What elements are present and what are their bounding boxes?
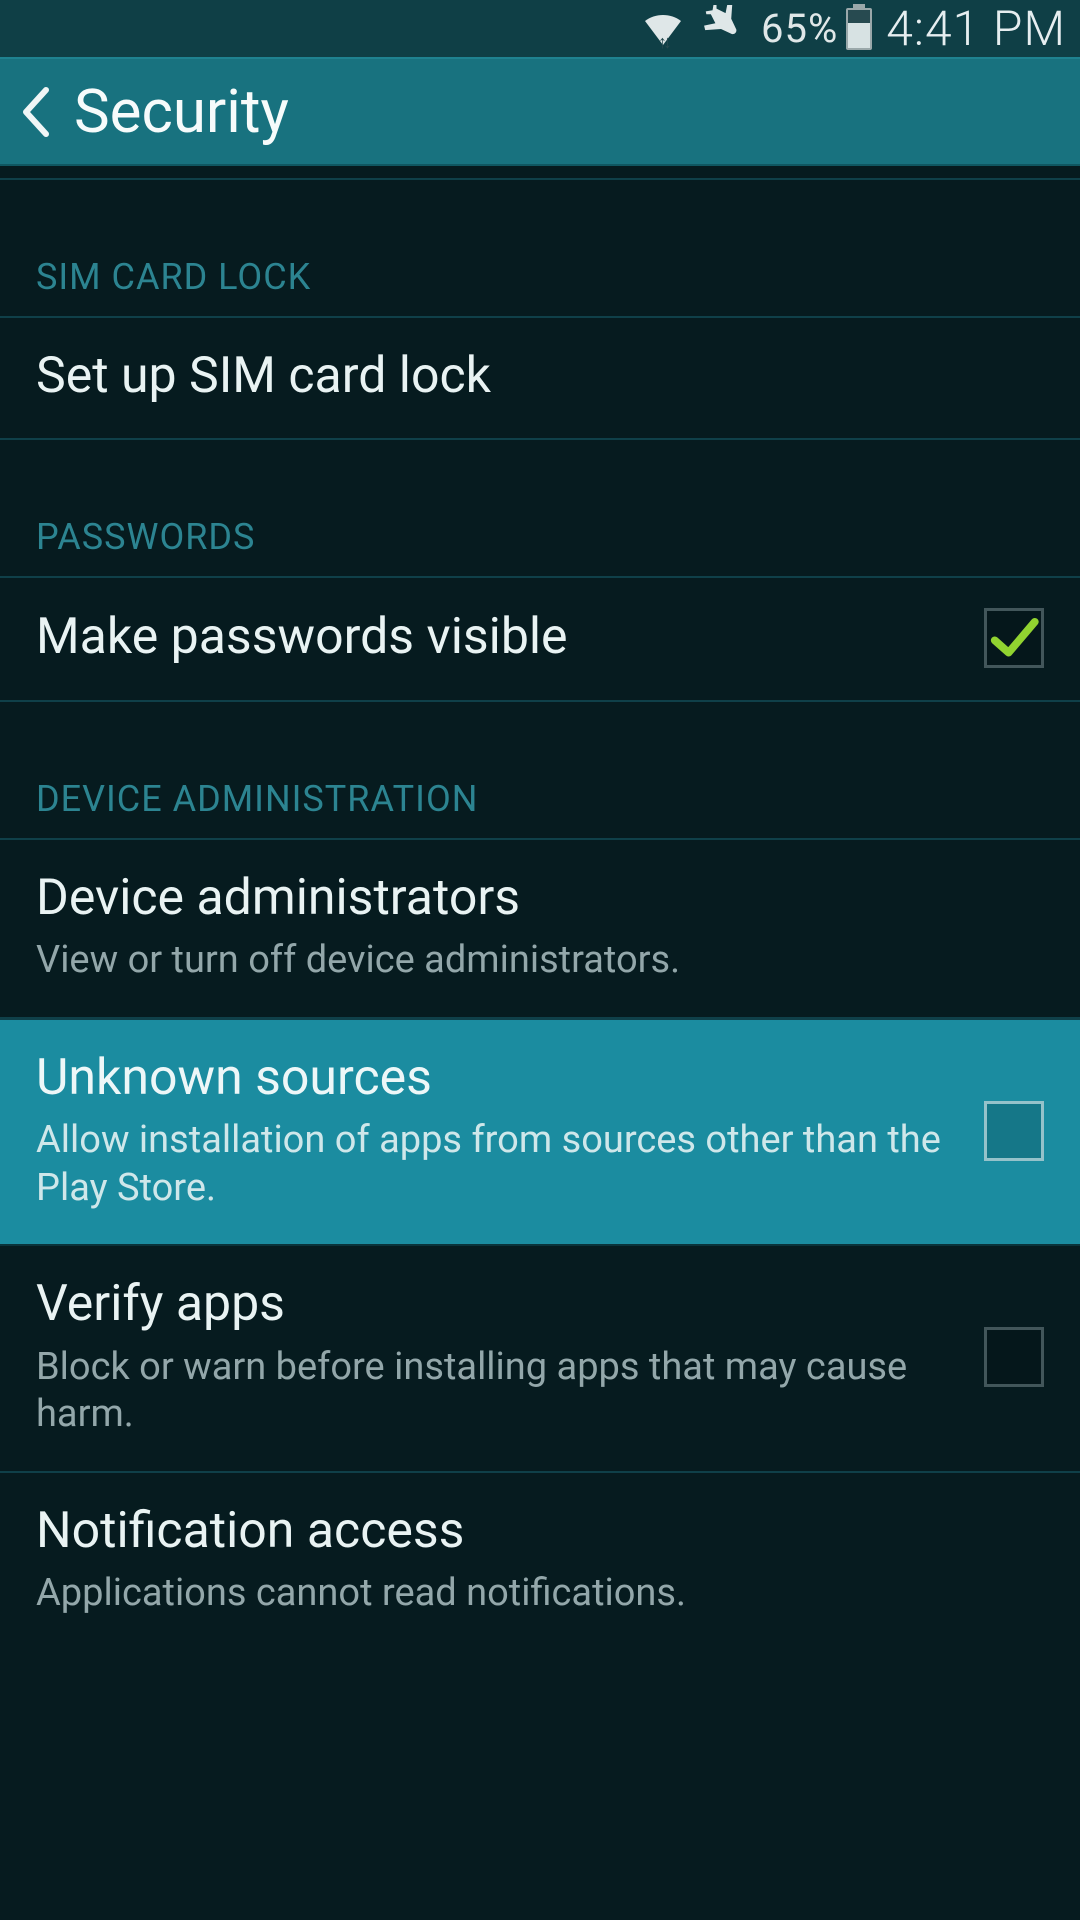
app-bar[interactable]: Security	[0, 57, 1080, 166]
spacer	[0, 180, 1080, 240]
page-title: Security	[74, 76, 289, 147]
row-subtitle: Block or warn before installing apps tha…	[36, 1344, 954, 1439]
settings-list[interactable]: SIM CARD LOCK Set up SIM card lock PASSW…	[0, 166, 1080, 1920]
clock-label: 4:41 PM	[886, 0, 1066, 57]
partial-row-peek	[0, 166, 1080, 180]
row-setup-sim-card-lock[interactable]: Set up SIM card lock	[0, 318, 1080, 440]
battery-percent-label: 65%	[761, 5, 838, 52]
row-title: Device administrators	[36, 870, 1014, 928]
back-icon[interactable]	[18, 84, 54, 140]
row-title: Make passwords visible	[36, 609, 954, 667]
row-device-administrators[interactable]: Device administrators View or turn off d…	[0, 840, 1080, 1019]
battery-icon	[846, 8, 872, 50]
spacer	[0, 702, 1080, 762]
row-title: Unknown sources	[36, 1050, 954, 1108]
row-unknown-sources[interactable]: Unknown sources Allow installation of ap…	[0, 1019, 1080, 1247]
row-notification-access[interactable]: Notification access Applications cannot …	[0, 1473, 1080, 1678]
row-subtitle: Applications cannot read notifications.	[36, 1570, 1014, 1618]
spacer	[0, 440, 1080, 500]
row-make-passwords-visible[interactable]: Make passwords visible	[0, 578, 1080, 702]
row-title: Notification access	[36, 1503, 1014, 1561]
checkbox-unknown-sources[interactable]	[984, 1101, 1044, 1161]
airplane-icon	[699, 5, 747, 53]
checkbox-verify-apps[interactable]	[984, 1327, 1044, 1387]
status-bar: ↑↓ 65% 4:41 PM	[0, 0, 1080, 57]
section-header-sim: SIM CARD LOCK	[0, 240, 1080, 318]
row-title: Verify apps	[36, 1276, 954, 1334]
row-subtitle: Allow installation of apps from sources …	[36, 1117, 954, 1212]
row-verify-apps[interactable]: Verify apps Block or warn before install…	[0, 1246, 1080, 1473]
section-header-device-admin: DEVICE ADMINISTRATION	[0, 762, 1080, 840]
row-title: Set up SIM card lock	[36, 348, 1014, 406]
section-header-passwords: PASSWORDS	[0, 500, 1080, 578]
row-subtitle: View or turn off device administrators.	[36, 937, 1014, 985]
wifi-icon: ↑↓	[641, 7, 685, 51]
status-icons: ↑↓ 65% 4:41 PM	[641, 0, 1066, 57]
battery-indicator: 65%	[761, 5, 872, 52]
checkbox-passwords-visible[interactable]	[984, 608, 1044, 668]
